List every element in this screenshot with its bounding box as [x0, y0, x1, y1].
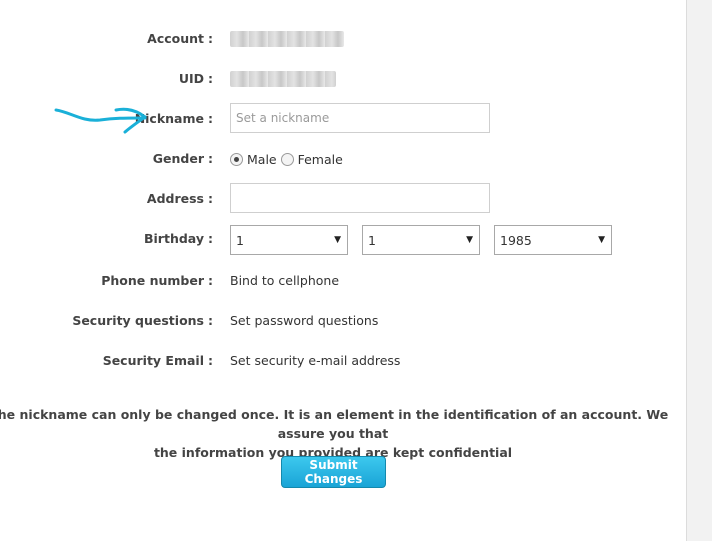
uid-label: UID:: [178, 71, 213, 86]
security-email-label: Security Email:: [102, 353, 213, 368]
account-label: Account:: [147, 31, 213, 46]
address-label: Address:: [146, 191, 213, 206]
birthday-label: Birthday:: [144, 231, 213, 246]
gender-option-male[interactable]: Male: [230, 152, 277, 167]
dropdown-arrow-icon: ▼: [334, 235, 341, 245]
female-label[interactable]: Female: [298, 152, 343, 167]
gender-option-female[interactable]: Female: [280, 152, 343, 167]
security-questions-label: Security questions:: [72, 313, 213, 328]
birthday-year-select[interactable]: 1985 ▼: [494, 225, 612, 255]
scrollbar-track[interactable]: [686, 0, 712, 541]
dropdown-arrow-icon: ▼: [466, 235, 473, 245]
address-input[interactable]: [230, 183, 490, 213]
gender-label: Gender:: [152, 151, 213, 166]
birthday-month-select[interactable]: 1 ▼: [362, 225, 480, 255]
birthday-day-value: 1: [236, 232, 244, 248]
female-radio[interactable]: [280, 152, 294, 166]
male-label[interactable]: Male: [247, 152, 277, 167]
birthday-day-select[interactable]: 1 ▼: [230, 225, 348, 255]
nickname-input[interactable]: [230, 103, 490, 133]
submit-changes-button[interactable]: Submit Changes: [281, 456, 386, 488]
phone-label: Phone number:: [101, 273, 213, 288]
uid-value-redacted: [230, 71, 336, 87]
gender-radio-group: Male Female: [230, 151, 347, 167]
notice-line-1: he nickname can only be changed once. It…: [0, 407, 669, 441]
set-password-questions-link[interactable]: Set password questions: [230, 313, 378, 329]
nickname-notice: he nickname can only be changed once. It…: [0, 405, 686, 462]
male-radio[interactable]: [230, 152, 243, 166]
birthday-year-value: 1985: [500, 232, 532, 248]
annotation-arrow-icon: [54, 107, 147, 134]
dropdown-arrow-icon: ▼: [598, 235, 605, 245]
account-value-redacted: [230, 31, 344, 47]
bind-cellphone-link[interactable]: Bind to cellphone: [230, 273, 339, 289]
birthday-month-value: 1: [368, 232, 376, 248]
set-security-email-link[interactable]: Set security e-mail address: [230, 353, 400, 369]
